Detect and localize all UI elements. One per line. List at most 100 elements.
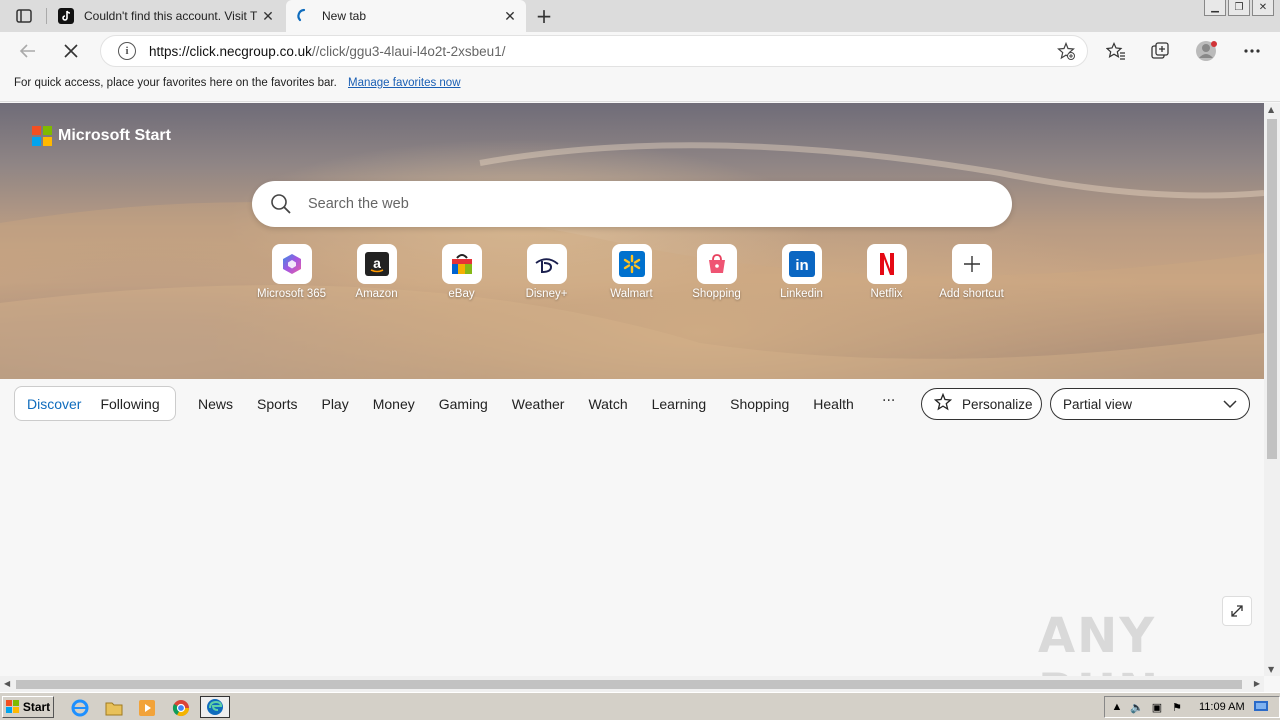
plus-icon (951, 244, 992, 284)
media-player-icon[interactable] (137, 698, 157, 718)
favorites-bar: For quick access, place your favorites h… (0, 70, 1280, 102)
url-text[interactable]: https://click.necgroup.co.uk//click/ggu3… (149, 44, 505, 59)
site-info-icon[interactable]: i (118, 42, 136, 60)
category-shopping[interactable]: Shopping (730, 396, 789, 412)
window-controls: ▁ ❐ ✕ (1204, 0, 1274, 16)
add-favorite-icon[interactable] (1057, 41, 1075, 64)
vertical-scrollbar[interactable]: ▲ ▼ (1264, 103, 1280, 676)
feed-toggle: Discover Following (14, 386, 176, 421)
tab-title: New tab (322, 9, 367, 23)
edge-taskbar-icon[interactable] (200, 696, 230, 718)
shortcut-label: Linkedin (780, 288, 823, 300)
tab-close-icon[interactable]: ✕ (258, 6, 278, 26)
system-tray: ▲ 🔈 ▣ ⚑ 11:09 AM (1104, 696, 1280, 718)
back-arrow-icon (19, 44, 35, 58)
walmart-icon (611, 244, 652, 284)
profile-avatar[interactable] (1195, 40, 1217, 62)
shortcut-shopping[interactable]: Shopping (674, 244, 759, 300)
shortcut-microsoft-365[interactable]: Microsoft 365 (249, 244, 334, 300)
ebay-icon (441, 244, 482, 284)
internet-explorer-icon[interactable] (70, 698, 90, 718)
tab-actions-button[interactable] (8, 4, 40, 28)
shortcut-linkedin[interactable]: in Linkedin (759, 244, 844, 300)
edge-loading-icon (296, 8, 312, 24)
more-categories-button[interactable]: ··· (882, 393, 895, 409)
category-watch[interactable]: Watch (588, 396, 627, 412)
shortcut-label: Netflix (870, 288, 903, 300)
scroll-up-icon[interactable]: ▲ (1268, 105, 1274, 114)
tab-separator (46, 8, 47, 24)
chrome-icon[interactable] (171, 698, 191, 718)
category-money[interactable]: Money (373, 396, 415, 412)
personalize-icon (933, 392, 953, 416)
category-health[interactable]: Health (813, 396, 853, 412)
category-play[interactable]: Play (321, 396, 348, 412)
tab-close-icon[interactable]: ✕ (500, 6, 520, 26)
shortcut-walmart[interactable]: Walmart (589, 244, 674, 300)
network-icon[interactable]: ▣ (1149, 700, 1165, 714)
browser-window: Couldn't find this account. Visit T ✕ Ne… (0, 0, 1280, 720)
shortcut-add[interactable]: Add shortcut (929, 244, 1014, 300)
address-bar[interactable]: i https://click.necgroup.co.uk//click/gg… (100, 35, 1088, 67)
shortcut-label: Walmart (610, 288, 653, 300)
brand-name: Microsoft Start (58, 127, 171, 144)
category-news[interactable]: News (198, 396, 233, 412)
tab-strip: Couldn't find this account. Visit T ✕ Ne… (0, 0, 1280, 32)
volume-icon[interactable]: 🔈 (1129, 700, 1145, 714)
horizontal-scrollbar[interactable]: ◀ ▶ (0, 676, 1264, 692)
shortcut-netflix[interactable]: Netflix (844, 244, 929, 300)
scroll-left-icon[interactable]: ◀ (4, 679, 10, 688)
tab-new-tab[interactable]: New tab ✕ (286, 0, 526, 32)
shortcut-label: Disney+ (525, 288, 568, 300)
shortcut-disney[interactable]: Disney+ (504, 244, 589, 300)
search-box[interactable]: Search the web (252, 181, 1012, 227)
microsoft-start-logo[interactable]: Microsoft Start (32, 126, 171, 146)
show-hidden-icons-icon[interactable]: ▲ (1109, 700, 1125, 714)
navigation-toolbar: i https://click.necgroup.co.uk//click/gg… (0, 32, 1280, 70)
tab-title: Couldn't find this account. Visit T (84, 9, 258, 23)
category-sports[interactable]: Sports (257, 396, 297, 412)
stop-loading-button[interactable] (57, 37, 85, 65)
shortcut-ebay[interactable]: eBay (419, 244, 504, 300)
tab-discover[interactable]: Discover (27, 396, 81, 412)
microsoft-logo-icon (32, 126, 52, 146)
shortcut-label: Amazon (355, 288, 398, 300)
scroll-right-icon[interactable]: ▶ (1254, 679, 1260, 688)
back-button[interactable] (14, 37, 42, 65)
tab-actions-icon (16, 9, 32, 23)
start-button[interactable]: Start (2, 696, 54, 718)
scroll-down-icon[interactable]: ▼ (1268, 665, 1274, 674)
shortcut-label: Add shortcut (939, 288, 1004, 300)
shortcut-amazon[interactable]: a Amazon (334, 244, 419, 300)
more-options-icon[interactable] (1241, 40, 1263, 62)
new-tab-button[interactable]: + (532, 4, 556, 28)
close-window-button[interactable]: ✕ (1252, 0, 1274, 16)
url-host: https://click.necgroup.co.uk (149, 43, 312, 59)
collections-icon[interactable] (1149, 40, 1171, 62)
search-input[interactable]: Search the web (308, 196, 409, 212)
show-desktop-icon[interactable] (1253, 700, 1269, 714)
tab-tiktok[interactable]: Couldn't find this account. Visit T ✕ (48, 0, 284, 32)
tab-following[interactable]: Following (100, 396, 159, 412)
shortcut-label: Shopping (692, 288, 741, 300)
desert-dune-graphic (0, 142, 1264, 379)
manage-favorites-link[interactable]: Manage favorites now (348, 77, 461, 89)
personalize-button[interactable]: Personalize (921, 388, 1042, 420)
action-center-flag-icon[interactable]: ⚑ (1169, 700, 1185, 714)
personalize-label: Personalize (962, 396, 1033, 412)
favorites-icon[interactable] (1105, 40, 1127, 62)
file-explorer-icon[interactable] (104, 698, 124, 718)
shopping-bag-icon (696, 244, 737, 284)
category-gaming[interactable]: Gaming (439, 396, 488, 412)
category-weather[interactable]: Weather (512, 396, 565, 412)
restore-button[interactable]: ❐ (1228, 0, 1250, 16)
vertical-scroll-thumb[interactable] (1267, 119, 1277, 459)
view-select[interactable]: Partial view (1050, 388, 1250, 420)
minimize-button[interactable]: ▁ (1204, 0, 1226, 16)
start-label: Start (22, 700, 51, 714)
category-learning[interactable]: Learning (652, 396, 707, 412)
svg-text:in: in (795, 257, 808, 274)
horizontal-scroll-thumb[interactable] (16, 680, 1242, 689)
disney-icon (526, 244, 567, 284)
clock[interactable]: 11:09 AM (1199, 701, 1245, 713)
